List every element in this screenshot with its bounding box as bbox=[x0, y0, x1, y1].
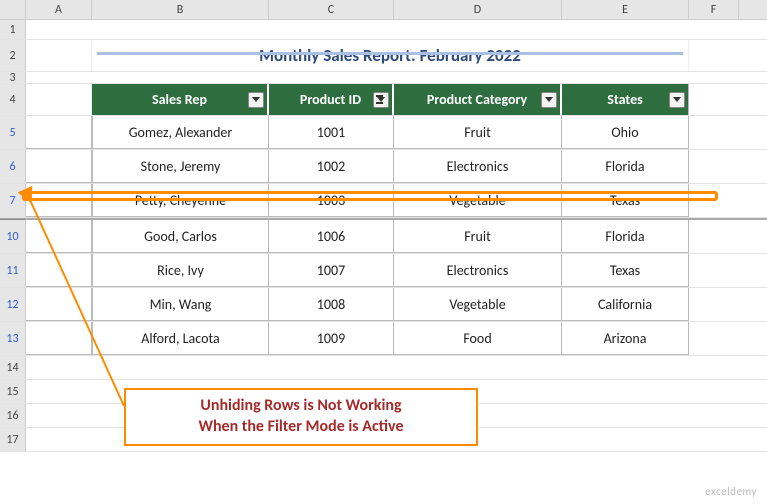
th-label: Product ID bbox=[300, 91, 361, 108]
cell-cat[interactable]: Vegetable bbox=[394, 184, 562, 217]
cell-pid[interactable]: 1008 bbox=[269, 288, 394, 321]
title-underline bbox=[97, 52, 683, 55]
cell-state[interactable]: Texas bbox=[562, 254, 689, 287]
th-product-id[interactable]: Product ID bbox=[269, 84, 394, 115]
cell-pid[interactable]: 1003 bbox=[269, 184, 394, 217]
annotation-line2: When the Filter Mode is Active bbox=[136, 417, 466, 438]
cell-rep[interactable]: Petty, Cheyenne bbox=[92, 184, 269, 217]
table-row: 10 Good, Carlos 1006 Fruit Florida bbox=[0, 220, 767, 254]
filter-icon[interactable] bbox=[248, 92, 264, 108]
col-header-d[interactable]: D bbox=[394, 0, 562, 19]
cell-state[interactable]: Arizona bbox=[562, 322, 689, 355]
cell-state[interactable]: Ohio bbox=[562, 116, 689, 149]
cell-cat[interactable]: Vegetable bbox=[394, 288, 562, 321]
th-category[interactable]: Product Category bbox=[394, 84, 562, 115]
col-header-f[interactable]: F bbox=[689, 0, 739, 19]
filter-icon[interactable] bbox=[669, 92, 685, 108]
table-row: 6 Stone, Jeremy 1002 Electronics Florida bbox=[0, 150, 767, 184]
cell-rep[interactable]: Good, Carlos bbox=[92, 220, 269, 253]
cell-pid[interactable]: 1002 bbox=[269, 150, 394, 183]
spreadsheet: A B C D E F 1 2 Monthly Sales Report: Fe… bbox=[0, 0, 767, 504]
col-header-a[interactable]: A bbox=[26, 0, 92, 19]
th-sales-rep[interactable]: Sales Rep bbox=[92, 84, 269, 115]
row-header-17[interactable]: 17 bbox=[0, 428, 26, 451]
row-header-15[interactable]: 15 bbox=[0, 380, 26, 403]
cell-state[interactable]: Florida bbox=[562, 150, 689, 183]
cell-a4[interactable] bbox=[26, 84, 92, 115]
th-label: Product Category bbox=[427, 91, 527, 108]
select-all-corner[interactable] bbox=[0, 0, 26, 20]
cell-cat[interactable]: Fruit bbox=[394, 116, 562, 149]
row-header-13[interactable]: 13 bbox=[0, 322, 26, 355]
row-header-12[interactable]: 12 bbox=[0, 288, 26, 321]
col-header-e[interactable]: E bbox=[562, 0, 689, 19]
page-title[interactable]: Monthly Sales Report: February 2022 bbox=[92, 40, 689, 71]
table-row: 5 Gomez, Alexander 1001 Fruit Ohio bbox=[0, 116, 767, 150]
row-header-2[interactable]: 2 bbox=[0, 40, 26, 71]
annotation-line1: Unhiding Rows is Not Working bbox=[136, 396, 466, 417]
watermark: exceldemy bbox=[705, 485, 757, 498]
row-header-6[interactable]: 6 bbox=[0, 150, 26, 183]
cell-rep[interactable]: Alford, Lacota bbox=[92, 322, 269, 355]
cell-pid[interactable]: 1001 bbox=[269, 116, 394, 149]
table-header-row: 4 Sales Rep Product ID Product Category … bbox=[0, 84, 767, 116]
row-header-16[interactable]: 16 bbox=[0, 404, 26, 427]
cell-rep[interactable]: Min, Wang bbox=[92, 288, 269, 321]
cell-pid[interactable]: 1007 bbox=[269, 254, 394, 287]
cell-state[interactable]: California bbox=[562, 288, 689, 321]
row-header-4[interactable]: 4 bbox=[0, 84, 26, 115]
row-header-1[interactable]: 1 bbox=[0, 20, 26, 39]
th-label: States bbox=[607, 91, 642, 108]
row-header-7[interactable]: 7 bbox=[0, 184, 26, 217]
th-label: Sales Rep bbox=[152, 91, 207, 108]
table-row: 7 Petty, Cheyenne 1003 Vegetable Texas bbox=[0, 184, 767, 218]
cell-pid[interactable]: 1006 bbox=[269, 220, 394, 253]
cell-a2[interactable] bbox=[26, 40, 92, 71]
cell-cat[interactable]: Electronics bbox=[394, 254, 562, 287]
th-states[interactable]: States bbox=[562, 84, 689, 115]
row-header-11[interactable]: 11 bbox=[0, 254, 26, 287]
cell-state[interactable]: Florida bbox=[562, 220, 689, 253]
cell-rep[interactable]: Gomez, Alexander bbox=[92, 116, 269, 149]
column-headers: A B C D E F bbox=[0, 0, 767, 20]
row-header-5[interactable]: 5 bbox=[0, 116, 26, 149]
row-1: 1 bbox=[0, 20, 767, 40]
col-header-c[interactable]: C bbox=[269, 0, 394, 19]
cell-state[interactable]: Texas bbox=[562, 184, 689, 217]
cell-cat[interactable]: Electronics bbox=[394, 150, 562, 183]
annotation-callout: Unhiding Rows is Not Working When the Fi… bbox=[124, 388, 478, 446]
table-body: 5 Gomez, Alexander 1001 Fruit Ohio 6 Sto… bbox=[0, 116, 767, 356]
row-14: 14 bbox=[0, 356, 767, 380]
cell-rep[interactable]: Stone, Jeremy bbox=[92, 150, 269, 183]
cell-rep[interactable]: Rice, Ivy bbox=[92, 254, 269, 287]
row-header-3[interactable]: 3 bbox=[0, 72, 26, 83]
filter-icon[interactable] bbox=[541, 92, 557, 108]
table-row: 11 Rice, Ivy 1007 Electronics Texas bbox=[0, 254, 767, 288]
col-header-b[interactable]: B bbox=[92, 0, 269, 19]
cell-cat[interactable]: Food bbox=[394, 322, 562, 355]
row-2: 2 Monthly Sales Report: February 2022 bbox=[0, 40, 767, 72]
row-3: 3 bbox=[0, 72, 767, 84]
cell-cat[interactable]: Fruit bbox=[394, 220, 562, 253]
filter-icon[interactable] bbox=[373, 92, 389, 108]
table-row: 13 Alford, Lacota 1009 Food Arizona bbox=[0, 322, 767, 356]
row-header-14[interactable]: 14 bbox=[0, 356, 26, 379]
row-header-10[interactable]: 10 bbox=[0, 220, 26, 253]
cell-pid[interactable]: 1009 bbox=[269, 322, 394, 355]
table-row: 12 Min, Wang 1008 Vegetable California bbox=[0, 288, 767, 322]
